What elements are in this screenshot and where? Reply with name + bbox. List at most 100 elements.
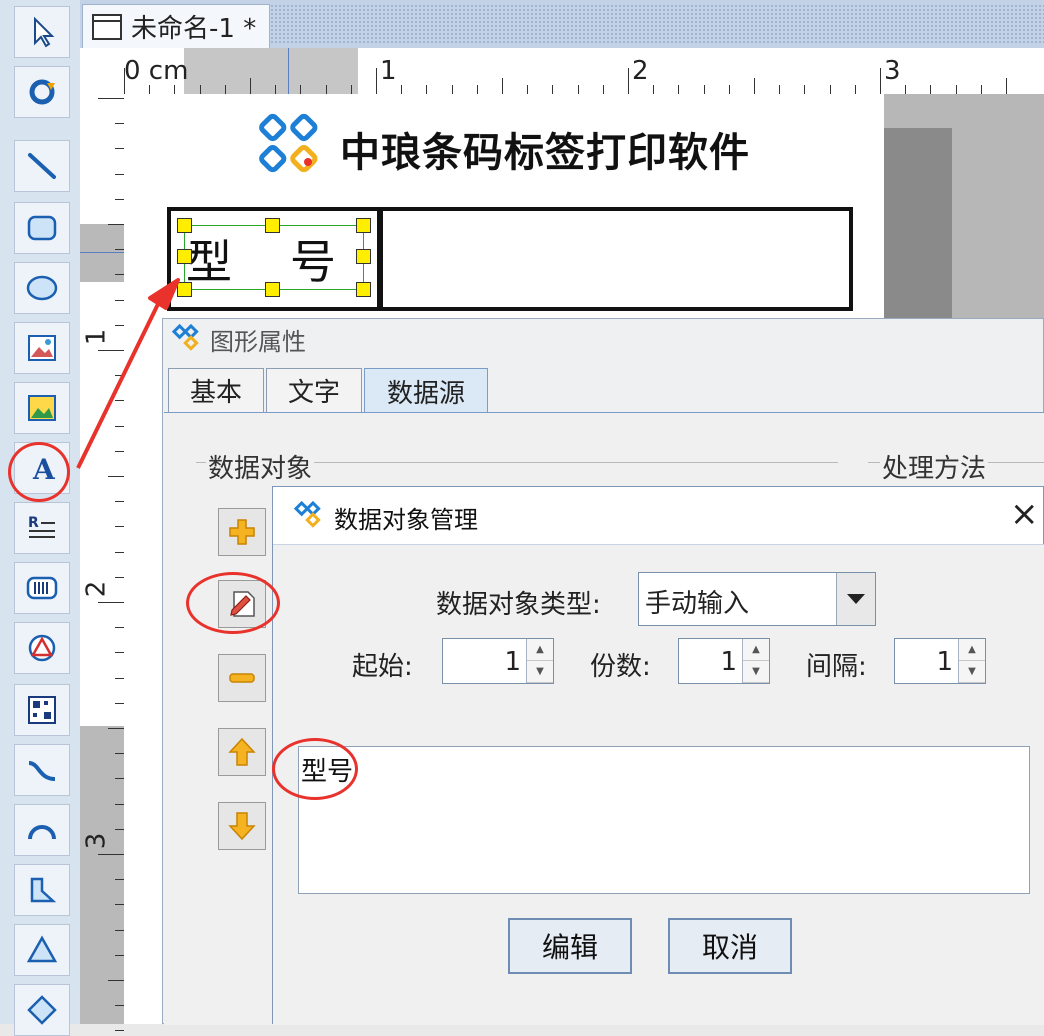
- move-down-button[interactable]: [218, 802, 266, 850]
- pointer-icon: [34, 16, 55, 48]
- resize-handle-br[interactable]: [356, 282, 371, 297]
- qrcode-tool-button[interactable]: [14, 684, 70, 736]
- cancel-button[interactable]: 取消: [668, 918, 792, 974]
- ruler-tick: [115, 299, 124, 301]
- resize-handle-l[interactable]: [177, 249, 192, 264]
- interval-value: 1: [936, 647, 953, 677]
- ruler-tick: [115, 929, 124, 931]
- ruler-tick: [149, 85, 151, 94]
- ruler-tick: [401, 85, 403, 94]
- copies-spinner-arrows[interactable]: ▲ ▼: [742, 639, 769, 683]
- left-toolbar: A R: [0, 0, 81, 1036]
- remove-data-object-button[interactable]: [218, 654, 266, 702]
- ruler-tick: [1006, 78, 1007, 94]
- arc-icon: [28, 825, 56, 840]
- ruler-tick: [728, 85, 730, 94]
- add-data-object-button[interactable]: [218, 508, 266, 556]
- rtf-text-tool-button[interactable]: R: [14, 502, 70, 554]
- ruler-tick: [115, 400, 124, 402]
- pointer-tool-button[interactable]: [14, 6, 70, 58]
- ruler-tick: [250, 78, 251, 94]
- resize-handle-tr[interactable]: [356, 218, 371, 233]
- interval-spinner-arrows[interactable]: ▲ ▼: [958, 639, 985, 683]
- ruler-tick: [115, 677, 124, 679]
- edit-button[interactable]: 编辑: [508, 918, 632, 974]
- ruler-tick: [854, 85, 856, 94]
- tab-bar-background: [270, 4, 1044, 44]
- line-tool-button[interactable]: [14, 140, 70, 192]
- ruler-tick: [930, 85, 932, 94]
- ellipse-tool-button[interactable]: [14, 262, 70, 314]
- window-icon: [92, 13, 122, 40]
- rotate-tool-button[interactable]: [14, 66, 70, 118]
- rotate-icon: [29, 79, 55, 105]
- ellipse-icon: [26, 275, 58, 301]
- ruler-tick: [502, 78, 503, 94]
- manual-input-textarea[interactable]: 型号: [298, 746, 1030, 894]
- arc-tool-button[interactable]: [14, 804, 70, 856]
- ruler-tick: [115, 425, 124, 427]
- tab-text[interactable]: 文字: [266, 368, 362, 412]
- ruler-tick: [779, 85, 781, 94]
- interval-label: 间隔:: [806, 652, 867, 682]
- start-spinner-arrows[interactable]: ▲ ▼: [526, 639, 553, 683]
- remove-icon: [229, 673, 255, 683]
- ruler-tick: [880, 68, 881, 94]
- ruler-tick: [275, 85, 277, 94]
- dropdown-arrow-icon[interactable]: [836, 573, 875, 625]
- close-icon[interactable]: ×: [1010, 494, 1039, 534]
- data-object-group-label: 数据对象: [206, 448, 315, 485]
- document-tab[interactable]: 未命名-1 *: [82, 4, 270, 48]
- diamond-tool-button[interactable]: [14, 984, 70, 1036]
- rounded-rect-tool-button[interactable]: [14, 202, 70, 254]
- ruler-tick: [108, 476, 124, 477]
- ruler-tick: [115, 324, 124, 326]
- tab-basic[interactable]: 基本: [168, 368, 264, 412]
- ruler-tick: [678, 85, 680, 94]
- interval-spinner[interactable]: 1 ▲ ▼: [894, 638, 986, 684]
- data-object-type-select[interactable]: 手动输入: [638, 572, 876, 626]
- ruler-tick: [754, 78, 755, 94]
- ruler-tick: [451, 85, 453, 94]
- ruler-v-label-3: 3: [81, 832, 112, 850]
- ruler-tick: [115, 148, 124, 150]
- add-icon: [229, 519, 255, 545]
- image-icon: [28, 335, 56, 361]
- barcode-icon: [26, 576, 58, 600]
- ruler-tick: [426, 85, 428, 94]
- ruler-tick: [199, 85, 201, 94]
- label-cell-right[interactable]: [379, 207, 853, 311]
- ruler-v-label-1: 1: [81, 328, 112, 346]
- move-up-button[interactable]: [218, 728, 266, 776]
- ruler-tick: [980, 85, 982, 94]
- ruler-tick: [804, 85, 806, 94]
- tab-datasource[interactable]: 数据源: [364, 368, 488, 414]
- barcode-tool-button[interactable]: [14, 562, 70, 614]
- ruler-tick: [115, 904, 124, 906]
- ruler-tick: [224, 85, 226, 94]
- copies-label: 份数:: [590, 652, 651, 682]
- dialog-app-icon: [171, 324, 199, 351]
- triangle-tool-button[interactable]: [14, 924, 70, 976]
- curve-tool-button[interactable]: [14, 744, 70, 796]
- resize-handle-b[interactable]: [265, 282, 280, 297]
- copies-spinner[interactable]: 1 ▲ ▼: [678, 638, 770, 684]
- start-spinner[interactable]: 1 ▲ ▼: [442, 638, 554, 684]
- picture-tool-button[interactable]: [14, 382, 70, 434]
- dom-settings-panel: [273, 544, 1044, 712]
- ruler-tick: [115, 803, 124, 805]
- ruler-tick: [115, 828, 124, 830]
- resize-handle-tl[interactable]: [177, 218, 192, 233]
- line-icon: [28, 153, 56, 179]
- ruler-tick: [115, 375, 124, 377]
- resize-handle-t[interactable]: [265, 218, 280, 233]
- shape-tool-button[interactable]: [14, 622, 70, 674]
- image-tool-button[interactable]: [14, 322, 70, 374]
- resize-handle-bl[interactable]: [177, 282, 192, 297]
- ruler-label-3: 3: [884, 56, 901, 86]
- ruler-tick: [300, 85, 302, 94]
- polygon-tool-button[interactable]: [14, 864, 70, 916]
- resize-handle-r[interactable]: [356, 249, 371, 264]
- ruler-tick: [108, 728, 124, 729]
- ruler-tick: [115, 702, 124, 704]
